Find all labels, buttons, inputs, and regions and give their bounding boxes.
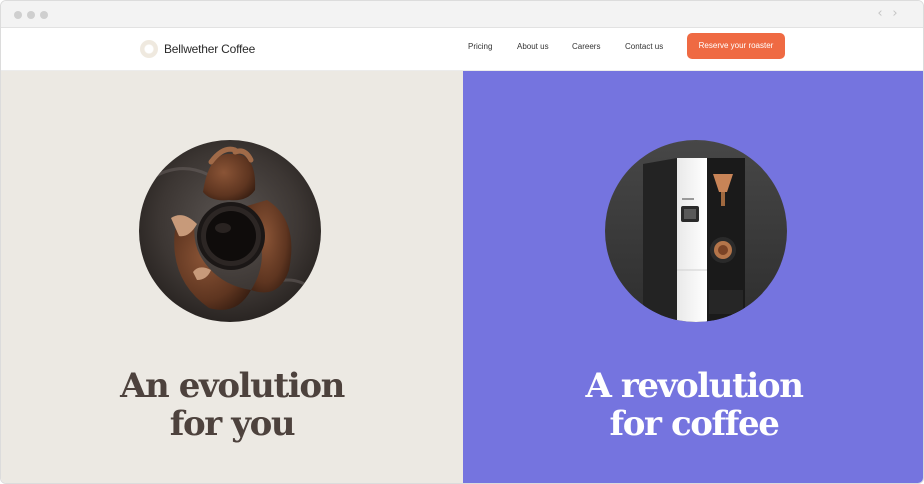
headline-line-1: An evolution bbox=[120, 366, 345, 406]
back-arrow-icon[interactable]: ‹ bbox=[874, 6, 886, 22]
browser-chrome: ‹ › bbox=[1, 1, 923, 28]
window-maximize-dot[interactable] bbox=[40, 11, 48, 19]
hero-headline-left: An evolution for you bbox=[1, 367, 463, 443]
brand-name: Bellwether Coffee bbox=[164, 42, 256, 56]
browser-window: ‹ › Bellwether Coffee Pricing About us C… bbox=[0, 0, 924, 484]
nav-link-about-us[interactable]: About us bbox=[517, 41, 549, 53]
coffee-roaster-image bbox=[605, 140, 787, 322]
hero-panel-left: An evolution for you bbox=[1, 71, 463, 483]
headline-line-2: for you bbox=[169, 404, 296, 444]
nav-link-careers[interactable]: Careers bbox=[572, 41, 600, 53]
headline-line-2: for coffee bbox=[609, 404, 780, 444]
window-minimize-dot[interactable] bbox=[27, 11, 35, 19]
window-close-dot[interactable] bbox=[14, 11, 22, 19]
brand-logo-link[interactable]: Bellwether Coffee bbox=[140, 37, 255, 61]
headline-line-1: A revolution bbox=[585, 366, 803, 406]
hero-headline-right: A revolution for coffee bbox=[463, 366, 923, 444]
hands-holding-coffee-image bbox=[139, 140, 321, 322]
ring-logo-icon bbox=[140, 40, 158, 58]
nav-link-contact-us[interactable]: Contact us bbox=[625, 41, 663, 53]
reserve-roaster-button[interactable]: Reserve your roaster bbox=[687, 33, 785, 59]
hero-panel-right: A revolution for coffee bbox=[463, 71, 923, 483]
forward-arrow-icon[interactable]: › bbox=[889, 6, 901, 22]
site-header: Bellwether Coffee Pricing About us Caree… bbox=[1, 28, 923, 71]
nav-link-pricing[interactable]: Pricing bbox=[468, 41, 492, 53]
